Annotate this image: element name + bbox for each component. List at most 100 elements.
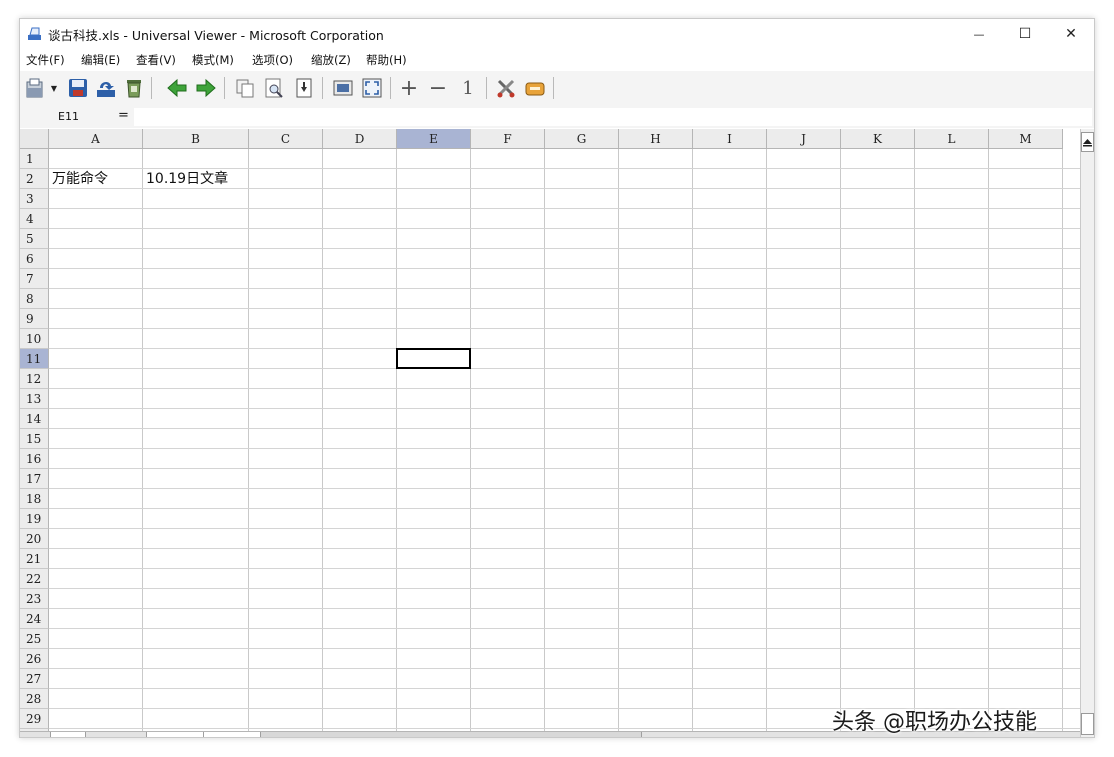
- menu-mode[interactable]: 模式(M): [192, 52, 234, 68]
- scroll-up-button[interactable]: [1081, 132, 1094, 152]
- row-header-27[interactable]: 27: [20, 669, 49, 689]
- export-button[interactable]: [292, 76, 316, 100]
- row-header-9[interactable]: 9: [20, 309, 49, 329]
- options-button[interactable]: [494, 76, 518, 100]
- menu-file[interactable]: 文件(F): [26, 52, 65, 68]
- row-header-16[interactable]: 16: [20, 449, 49, 469]
- vertical-scrollbar[interactable]: [1080, 129, 1094, 737]
- row-header-3[interactable]: 3: [20, 189, 49, 209]
- maximize-button[interactable]: ☐: [1002, 19, 1048, 49]
- menu-zoom[interactable]: 缩放(Z): [311, 52, 351, 68]
- menu-edit[interactable]: 编辑(E): [81, 52, 120, 68]
- open-dropdown-button[interactable]: ▼: [48, 76, 60, 100]
- column-header-e[interactable]: E: [397, 129, 471, 149]
- row-header-28[interactable]: 28: [20, 689, 49, 709]
- row-header-10[interactable]: 10: [20, 329, 49, 349]
- gridline: [49, 568, 1080, 569]
- row-header-1[interactable]: 1: [20, 149, 49, 169]
- plugins-button[interactable]: [523, 76, 547, 100]
- reload-icon: [97, 82, 115, 97]
- sheet-tab[interactable]: [50, 732, 86, 737]
- row-header-29[interactable]: 29: [20, 709, 49, 729]
- formula-input[interactable]: [134, 108, 1092, 126]
- zoom-out-button[interactable]: −: [426, 76, 450, 101]
- row-header-26[interactable]: 26: [20, 649, 49, 669]
- print-preview-button[interactable]: [262, 76, 286, 100]
- back-arrow-icon: [167, 78, 187, 98]
- row-header-21[interactable]: 21: [20, 549, 49, 569]
- column-header-b[interactable]: B: [143, 129, 249, 149]
- close-button[interactable]: ✕: [1048, 19, 1094, 49]
- column-header-h[interactable]: H: [619, 129, 693, 149]
- row-header-23[interactable]: 23: [20, 589, 49, 609]
- minimize-icon: —: [973, 27, 985, 41]
- column-header-i[interactable]: I: [693, 129, 767, 149]
- gridline: [49, 488, 1080, 489]
- column-header-g[interactable]: G: [545, 129, 619, 149]
- menu-options[interactable]: 选项(O): [252, 52, 293, 68]
- fit-screen-button[interactable]: [360, 76, 384, 100]
- gridline: [49, 368, 1080, 369]
- row-header-22[interactable]: 22: [20, 569, 49, 589]
- menu-help[interactable]: 帮助(H): [366, 52, 407, 68]
- row-header-17[interactable]: 17: [20, 469, 49, 489]
- spreadsheet-grid[interactable]: A B C D E F G H I J K L M 1 2 3 4 5 6 7 8 9 10 11 12 13 14 15 16 17 18…: [20, 129, 1080, 737]
- gridline: [49, 408, 1080, 409]
- cell-a2[interactable]: 万能命令: [52, 169, 108, 189]
- fit-screen-icon: [362, 78, 382, 98]
- row-header-12[interactable]: 12: [20, 369, 49, 389]
- back-button[interactable]: [165, 76, 189, 100]
- close-icon: ✕: [1065, 26, 1077, 42]
- row-header-20[interactable]: 20: [20, 529, 49, 549]
- row-header-8[interactable]: 8: [20, 289, 49, 309]
- column-header-k[interactable]: K: [841, 129, 915, 149]
- row-header-7[interactable]: 7: [20, 269, 49, 289]
- zoom-actual-button[interactable]: 1: [456, 76, 480, 100]
- row-header-25[interactable]: 25: [20, 629, 49, 649]
- column-header-f[interactable]: F: [471, 129, 545, 149]
- horizontal-scrollbar[interactable]: [260, 732, 642, 737]
- maximize-icon: ☐: [1018, 26, 1032, 42]
- formula-bar: E11 =: [20, 107, 1094, 128]
- reload-button[interactable]: [94, 76, 118, 100]
- row-header-24[interactable]: 24: [20, 609, 49, 629]
- cell-reference[interactable]: E11: [30, 110, 110, 125]
- save-button[interactable]: [66, 76, 90, 100]
- menu-view[interactable]: 查看(V): [136, 52, 176, 68]
- copy-button[interactable]: [233, 76, 257, 100]
- cell-b2[interactable]: 10.19日文章: [146, 169, 228, 189]
- row-header-19[interactable]: 19: [20, 509, 49, 529]
- row-header-5[interactable]: 5: [20, 229, 49, 249]
- row-header-14[interactable]: 14: [20, 409, 49, 429]
- selected-cell[interactable]: [396, 348, 471, 369]
- row-header-2[interactable]: 2: [20, 169, 49, 189]
- minimize-button[interactable]: —: [956, 19, 1002, 49]
- row-header-6[interactable]: 6: [20, 249, 49, 269]
- column-header-l[interactable]: L: [915, 129, 989, 149]
- row-header-11[interactable]: 11: [20, 349, 49, 369]
- recycle-button[interactable]: [122, 76, 146, 100]
- select-all-corner[interactable]: [20, 129, 49, 149]
- column-header-j[interactable]: J: [767, 129, 841, 149]
- print-preview-icon: [265, 78, 283, 98]
- fullscreen-window-button[interactable]: [331, 76, 355, 100]
- toolbar-separator: [224, 77, 225, 99]
- column-header-d[interactable]: D: [323, 129, 397, 149]
- open-dropdown-icon: ▼: [50, 83, 58, 93]
- column-header-c[interactable]: C: [249, 129, 323, 149]
- open-button[interactable]: [23, 76, 47, 100]
- row-header-13[interactable]: 13: [20, 389, 49, 409]
- toolbar-separator: [322, 77, 323, 99]
- column-header-m[interactable]: M: [989, 129, 1063, 149]
- scroll-down-button[interactable]: [1081, 713, 1094, 735]
- row-header-4[interactable]: 4: [20, 209, 49, 229]
- sheet-tab[interactable]: [146, 732, 204, 737]
- column-header-a[interactable]: A: [49, 129, 143, 149]
- row-header-18[interactable]: 18: [20, 489, 49, 509]
- zoom-in-button[interactable]: +: [397, 76, 421, 101]
- row-header-15[interactable]: 15: [20, 429, 49, 449]
- forward-button[interactable]: [194, 76, 218, 100]
- formula-equals: =: [118, 108, 129, 123]
- sheet-tab[interactable]: [203, 732, 261, 737]
- forward-arrow-icon: [196, 78, 216, 98]
